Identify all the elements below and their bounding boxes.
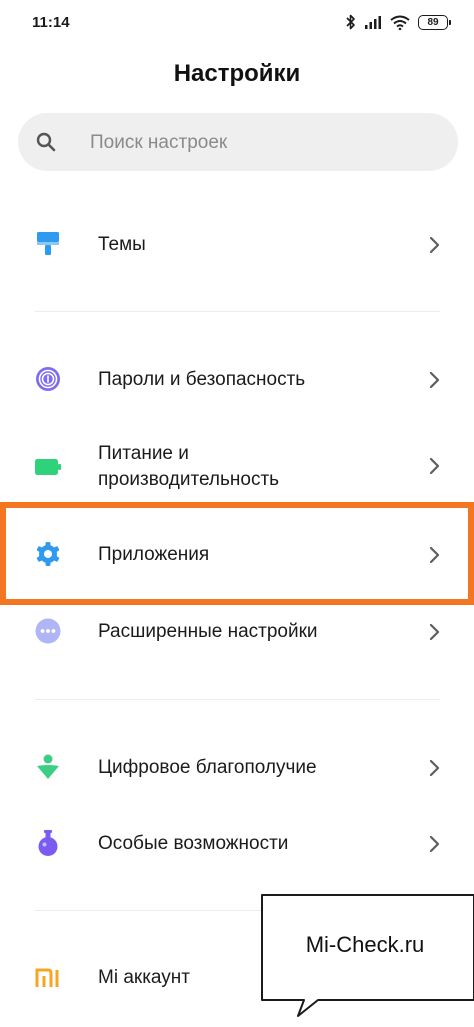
battery-indicator: 89	[418, 14, 451, 30]
fingerprint-icon	[36, 367, 60, 391]
paint-brush-icon	[37, 232, 59, 255]
settings-item-advanced[interactable]: Расширенные настройки	[0, 602, 474, 662]
settings-item-label: Цифровое благополучие	[98, 757, 317, 778]
settings-item-accessibility[interactable]: Особые возможности	[0, 814, 474, 874]
mi-logo-icon	[35, 968, 59, 987]
wellbeing-icon	[37, 754, 59, 779]
settings-item-battery-performance[interactable]: Питание и производительность	[0, 428, 474, 504]
wifi-icon	[390, 15, 410, 30]
watermark-text: Mi-Check.ru	[305, 932, 425, 957]
settings-item-label-line1: Питание и	[98, 443, 189, 464]
settings-item-label: Mi аккаунт	[98, 967, 190, 988]
settings-item-passwords-security[interactable]: Пароли и безопасность	[0, 350, 474, 410]
settings-item-label: Темы	[98, 234, 146, 255]
search-icon	[36, 132, 56, 152]
battery-level: 89	[427, 16, 439, 28]
settings-screen: 11:14 89 Настройки Поиск настроек Темы П…	[0, 0, 474, 1027]
chevron-right-icon	[429, 835, 440, 853]
status-icons: 89	[346, 12, 451, 32]
chevron-right-icon	[429, 457, 440, 475]
chevron-right-icon	[429, 371, 440, 389]
settings-item-themes[interactable]: Темы	[0, 215, 474, 275]
signal-icon	[365, 16, 381, 29]
search-placeholder: Поиск настроек	[90, 132, 228, 153]
page-title: Настройки	[173, 60, 301, 87]
section-divider	[35, 699, 440, 700]
section-divider	[35, 910, 440, 911]
gear-icon	[36, 542, 60, 566]
settings-item-digital-wellbeing[interactable]: Цифровое благополучие	[0, 738, 474, 798]
chevron-right-icon	[429, 546, 440, 564]
search-input[interactable]: Поиск настроек	[18, 113, 458, 171]
chevron-right-icon	[429, 623, 440, 641]
section-divider	[35, 311, 440, 312]
settings-item-label: Расширенные настройки	[98, 621, 318, 642]
settings-item-apps[interactable]: Приложения	[0, 525, 474, 585]
settings-item-label-line2: производительность	[98, 469, 280, 490]
settings-item-label: Особые возможности	[98, 833, 289, 854]
status-time: 11:14	[32, 14, 70, 31]
status-bar: 11:14 89	[0, 0, 474, 44]
chevron-right-icon	[429, 759, 440, 777]
bluetooth-icon	[346, 14, 355, 30]
chevron-right-icon	[429, 236, 440, 254]
settings-item-label: Пароли и безопасность	[98, 369, 306, 390]
flask-icon	[38, 830, 58, 856]
battery-icon	[35, 459, 61, 475]
settings-item-label: Приложения	[98, 544, 210, 565]
more-dots-icon	[35, 618, 61, 644]
